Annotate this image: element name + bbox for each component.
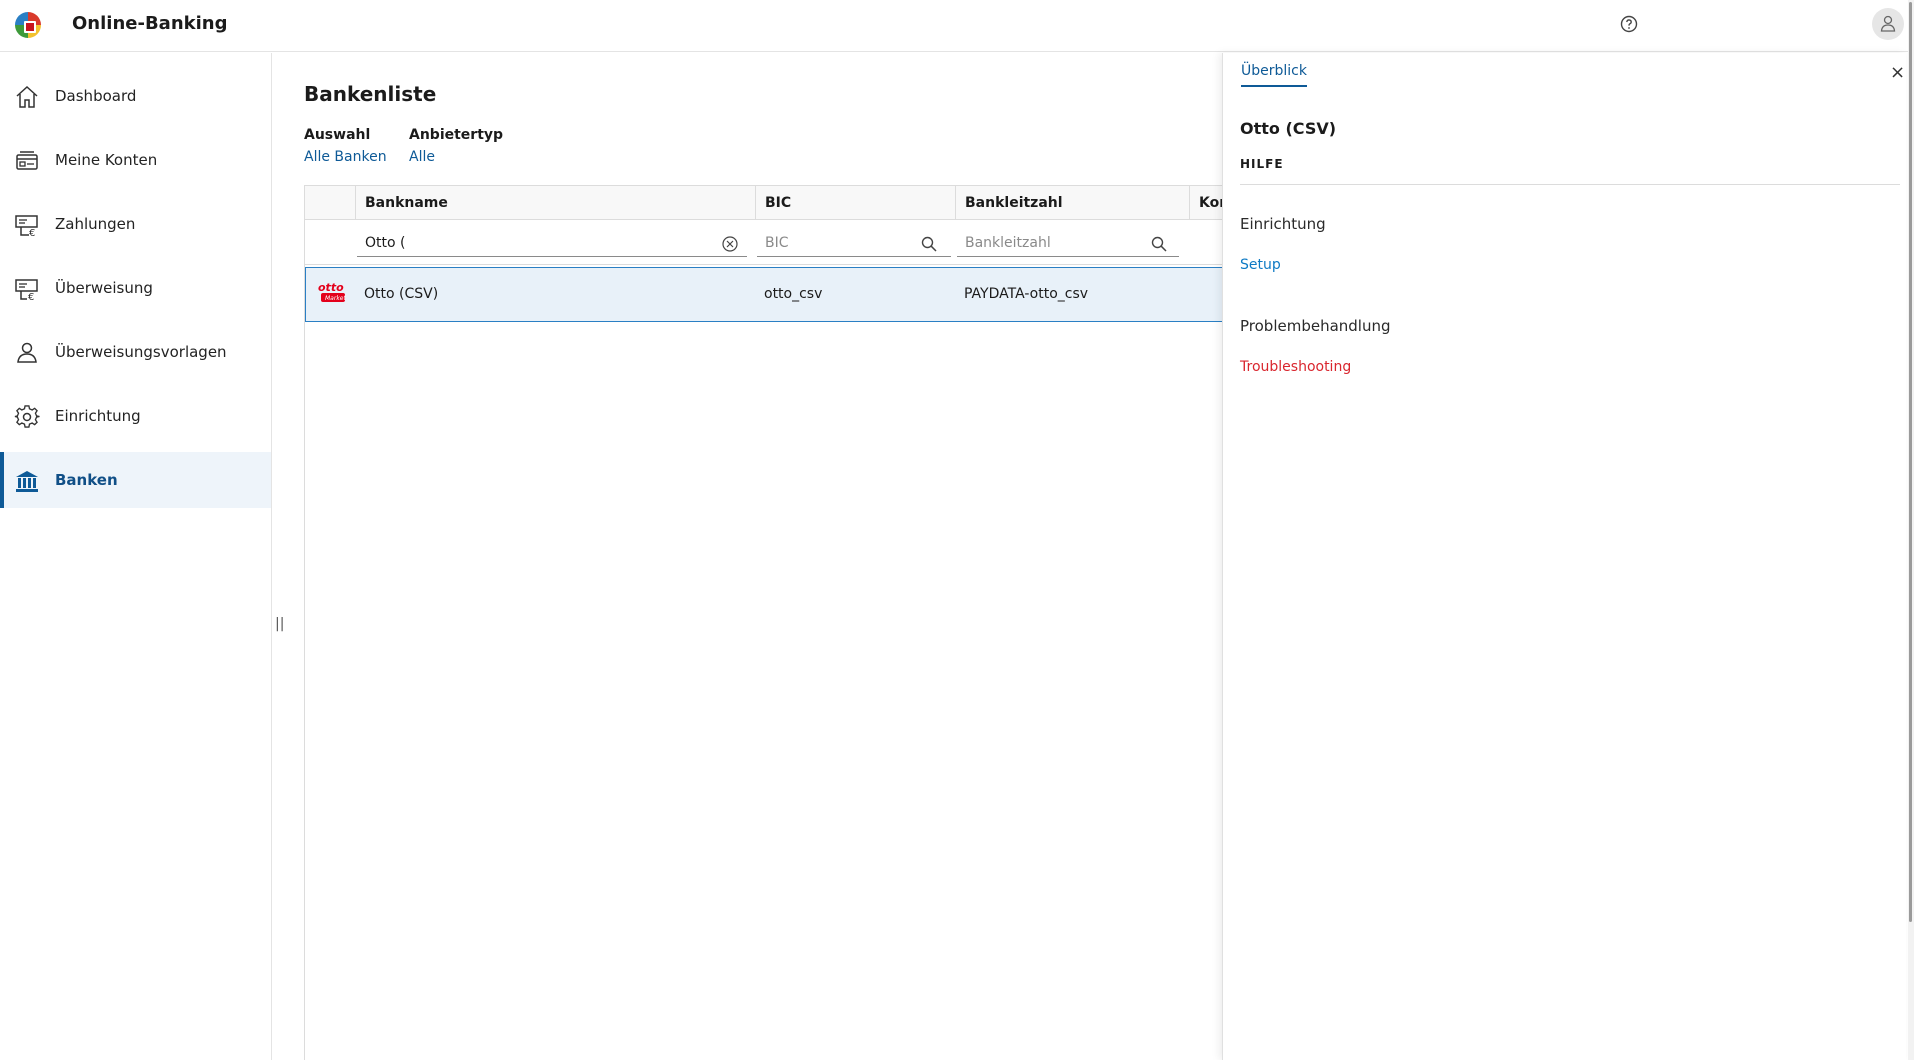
gear-icon (14, 405, 40, 428)
bankleitzahl-filter-input[interactable] (957, 229, 1179, 257)
person-template-icon (17, 342, 37, 363)
transfer-icon: € (15, 279, 38, 302)
sidebar-item-zahlungen[interactable]: € Zahlungen (0, 196, 271, 252)
svg-text:Market: Market (325, 295, 346, 302)
cell-bic: otto_csv (764, 286, 823, 302)
app-logo[interactable] (15, 12, 41, 38)
bank-icon (16, 471, 38, 492)
column-header-bankleitzahl[interactable]: Bankleitzahl (955, 186, 1189, 220)
scrollbar-thumb[interactable] (1909, 2, 1912, 922)
search-icon[interactable] (1151, 236, 1167, 252)
svg-text:€: € (29, 228, 35, 238)
sidebar-collapse-handle[interactable]: || (275, 616, 284, 632)
home-icon (16, 85, 38, 108)
filter-label: Anbietertyp (409, 127, 504, 143)
sidebar-item-label: Banken (55, 471, 118, 489)
sidebar-item-label: Zahlungen (55, 215, 136, 233)
search-icon[interactable] (921, 236, 937, 252)
accounts-icon (16, 151, 38, 170)
column-header-bic[interactable]: BIC (755, 186, 955, 220)
user-icon (1880, 15, 1896, 32)
section-label-hilfe: HILFE (1240, 157, 1284, 171)
filter-anbietertyp: Anbietertyp Alle (409, 127, 503, 165)
app-title: Online-Banking (72, 13, 228, 34)
otto-market-logo: otto Market (318, 281, 346, 302)
svg-text:€: € (28, 292, 34, 302)
payments-icon: € (15, 215, 38, 238)
sidebar-item-ueberweisung[interactable]: € Überweisung (0, 260, 271, 316)
help-circle-icon[interactable] (1619, 14, 1639, 34)
bankname-filter-input[interactable] (357, 229, 747, 257)
column-header-konto[interactable]: Kont (1189, 186, 1225, 220)
sidebar-item-ueberweisungsvorlagen[interactable]: Überweisungsvorlagen (0, 324, 271, 380)
sidebar-item-banken[interactable]: Banken (0, 452, 271, 508)
sidebar-item-label: Überweisungsvorlagen (55, 343, 227, 361)
divider (1240, 184, 1900, 185)
page-title: Bankenliste (304, 82, 437, 106)
cell-bankname: Otto (CSV) (364, 286, 439, 302)
help-heading-einrichtung: Einrichtung (1240, 215, 1326, 233)
sidebar-item-label: Überweisung (55, 279, 153, 297)
setup-link[interactable]: Setup (1240, 257, 1281, 273)
table-header: Bankname BIC Bankleitzahl Kont (305, 186, 1225, 220)
help-heading-problembehandlung: Problembehandlung (1240, 317, 1391, 335)
sidebar-item-einrichtung[interactable]: Einrichtung (0, 388, 271, 444)
detail-panel: Überblick × Otto (CSV) HILFE Einrichtung… (1222, 53, 1906, 1060)
filter-anbietertyp-value[interactable]: Alle (409, 149, 503, 165)
close-icon[interactable]: × (1890, 62, 1905, 83)
sidebar-nav: Dashboard Meine Konten € Zahlungen € Übe… (0, 53, 272, 1060)
troubleshooting-link[interactable]: Troubleshooting (1240, 359, 1351, 375)
page-scrollbar[interactable] (1908, 0, 1914, 1060)
banks-table: Bankname BIC Bankleitzahl Kont otto Mark… (304, 185, 1225, 1060)
tab-ueberblick[interactable]: Überblick (1241, 63, 1307, 87)
svg-text:otto: otto (318, 281, 344, 294)
cell-bankleitzahl: PAYDATA-otto_csv (964, 286, 1089, 302)
sidebar-item-label: Meine Konten (55, 151, 158, 169)
column-header-bankname[interactable]: Bankname (355, 186, 755, 220)
filter-auswahl-value[interactable]: Alle Banken (304, 149, 387, 165)
sidebar-item-label: Einrichtung (55, 407, 141, 425)
user-avatar[interactable] (1872, 8, 1904, 40)
sidebar-item-meine-konten[interactable]: Meine Konten (0, 132, 271, 188)
filter-label: Auswahl (304, 127, 371, 143)
sidebar-item-label: Dashboard (55, 87, 137, 105)
table-filter-row (305, 221, 1225, 265)
table-row[interactable]: otto Market Otto (CSV) otto_csv PAYDATA-… (305, 267, 1225, 322)
sidebar-item-dashboard[interactable]: Dashboard (0, 68, 271, 124)
clear-circle-icon[interactable] (722, 236, 738, 252)
top-header: Online-Banking (0, 0, 1914, 52)
filter-auswahl: Auswahl Alle Banken (304, 127, 387, 165)
panel-title: Otto (CSV) (1240, 119, 1337, 138)
